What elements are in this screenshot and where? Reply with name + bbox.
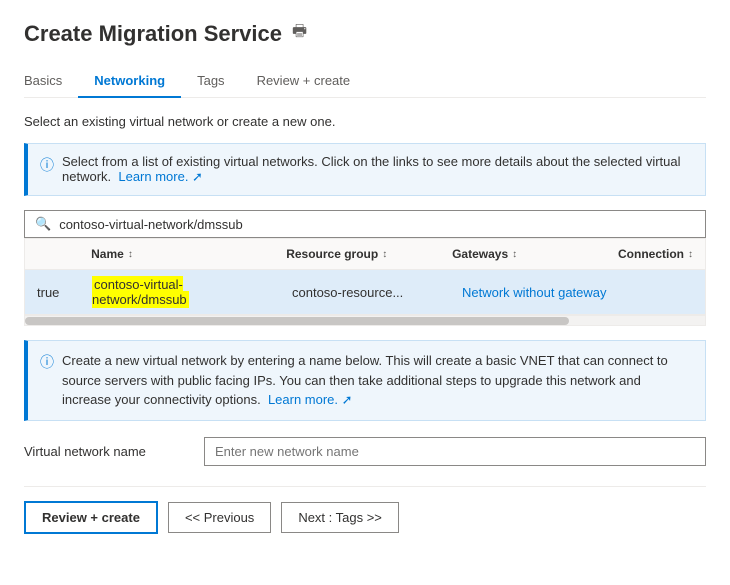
cell-gateways: Network without gateway: [450, 278, 620, 307]
cell-name-highlight: contoso-virtual-network/dmssub: [92, 276, 189, 308]
tab-basics[interactable]: Basics: [24, 65, 78, 98]
cell-selected: true: [25, 278, 80, 307]
next-button[interactable]: Next : Tags >>: [281, 502, 399, 533]
info-text-2: Create a new virtual network by entering…: [62, 351, 693, 410]
sort-icon-connection: ↕: [688, 249, 693, 260]
previous-button[interactable]: << Previous: [168, 502, 271, 533]
cell-connection: [620, 285, 705, 299]
subtitle: Select an existing virtual network or cr…: [24, 114, 706, 129]
cell-name: contoso-virtual-network/dmssub: [80, 270, 280, 314]
learn-more-link-1[interactable]: Learn more. ➚: [118, 169, 203, 184]
tab-tags[interactable]: Tags: [181, 65, 240, 98]
col-header-connection[interactable]: Connection ↕: [606, 239, 705, 269]
table-header: Name ↕ Resource group ↕ Gateways ↕ Conne…: [25, 239, 705, 270]
review-create-button[interactable]: Review + create: [24, 501, 158, 534]
search-icon: 🔍: [35, 216, 51, 232]
cell-rg: contoso-resource...: [280, 278, 450, 307]
col-header-rg[interactable]: Resource group ↕: [274, 239, 440, 269]
horizontal-scrollbar[interactable]: [25, 315, 705, 325]
info-text-1: Select from a list of existing virtual n…: [62, 154, 693, 185]
vnet-name-input[interactable]: [204, 437, 706, 466]
table-row[interactable]: true contoso-virtual-network/dmssub cont…: [25, 270, 705, 315]
col-header-name[interactable]: Name ↕: [79, 239, 274, 269]
vnet-name-row: Virtual network name: [24, 437, 706, 466]
vnet-name-label: Virtual network name: [24, 444, 204, 459]
tab-review-create[interactable]: Review + create: [241, 65, 367, 98]
scroll-thumb[interactable]: [25, 317, 569, 325]
info-icon-1: ⓘ: [40, 155, 54, 185]
col-header-gateways[interactable]: Gateways ↕: [440, 239, 606, 269]
sort-icon-rg: ↕: [382, 249, 387, 260]
info-box-new-vnet: ⓘ Create a new virtual network by enteri…: [24, 340, 706, 421]
search-input[interactable]: contoso-virtual-network/dmssub: [59, 217, 695, 232]
search-box: 🔍 contoso-virtual-network/dmssub: [24, 210, 706, 238]
col-header-name-label: Name: [91, 247, 124, 261]
info-icon-2: ⓘ: [40, 352, 54, 410]
sort-icon-name: ↕: [128, 249, 133, 260]
col-header-connection-label: Connection: [618, 247, 684, 261]
print-icon[interactable]: 🖶: [292, 20, 307, 47]
tabs: Basics Networking Tags Review + create: [24, 65, 706, 98]
col-header-selected: [25, 239, 79, 269]
page-title: Create Migration Service: [24, 21, 282, 47]
col-header-rg-label: Resource group: [286, 247, 378, 261]
col-header-gateways-label: Gateways: [452, 247, 508, 261]
bottom-bar: Review + create << Previous Next : Tags …: [24, 486, 706, 534]
virtual-network-table: Name ↕ Resource group ↕ Gateways ↕ Conne…: [24, 238, 706, 326]
tab-networking[interactable]: Networking: [78, 65, 181, 98]
info-box-existing: ⓘ Select from a list of existing virtual…: [24, 143, 706, 196]
learn-more-link-2[interactable]: Learn more. ➚: [268, 392, 353, 407]
sort-icon-gateways: ↕: [512, 249, 517, 260]
